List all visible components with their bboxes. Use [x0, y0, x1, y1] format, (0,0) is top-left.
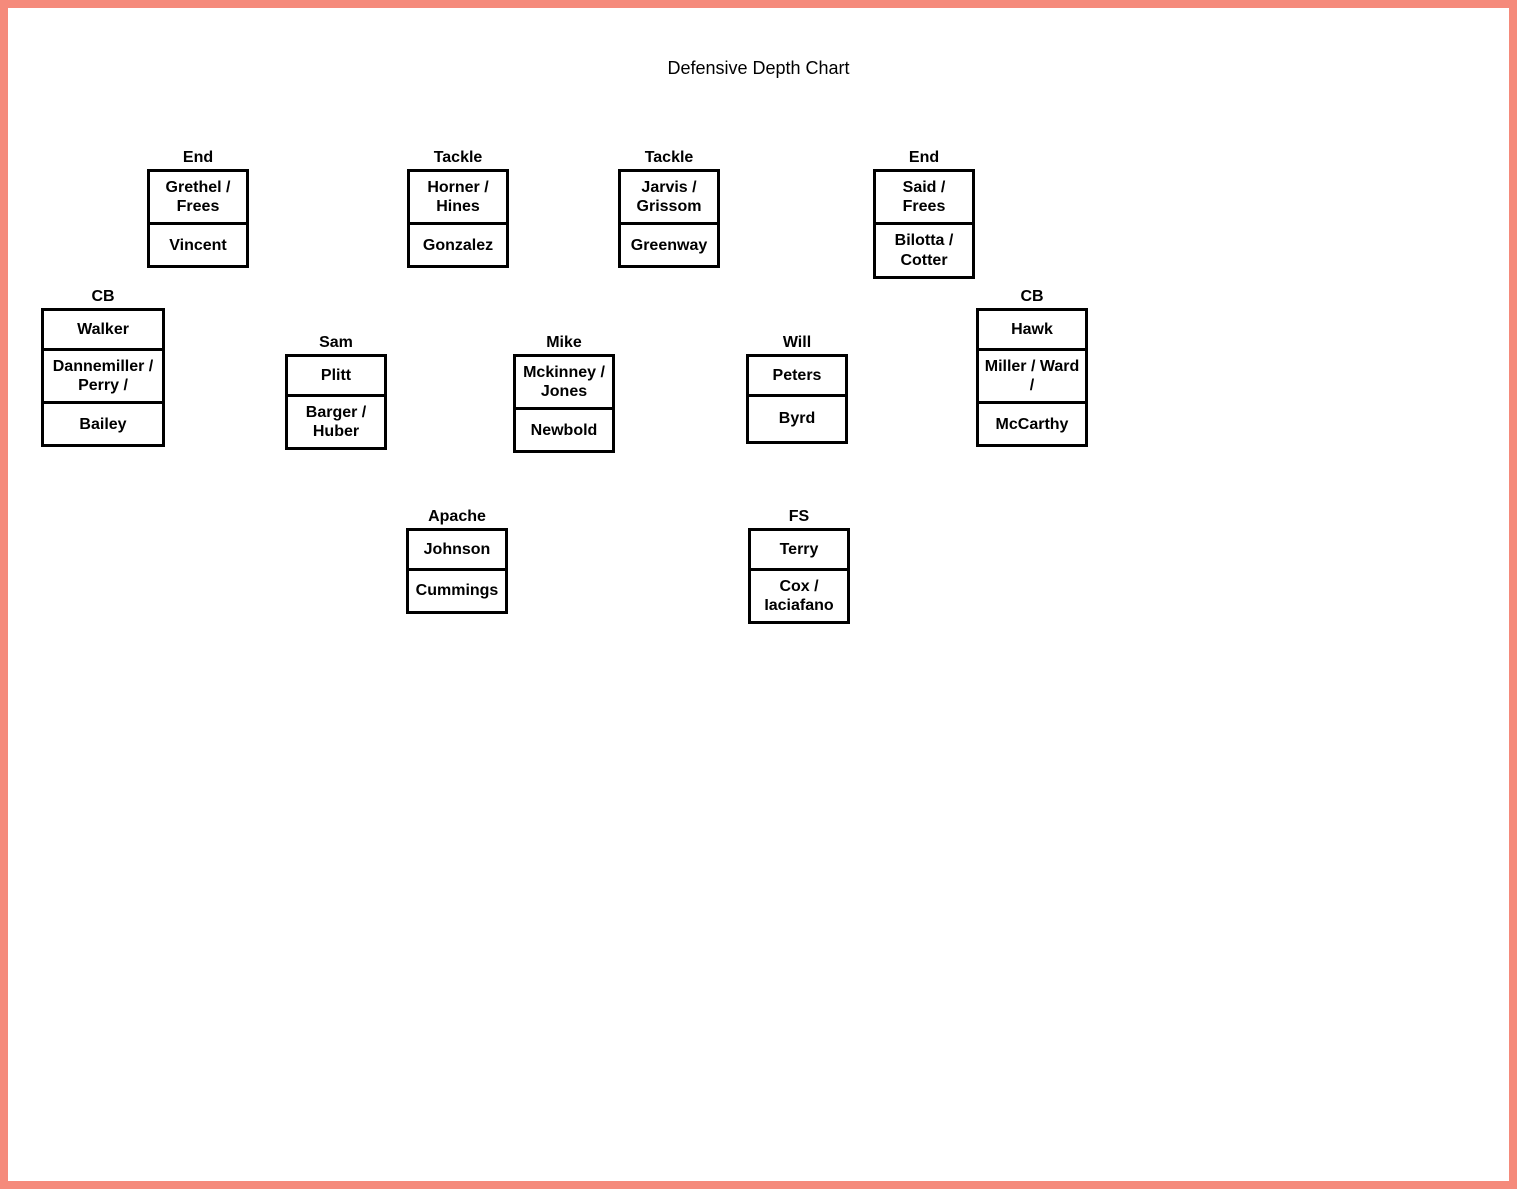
position-label: FS: [748, 508, 850, 526]
position-label: End: [873, 149, 975, 167]
depth-cell: Jarvis / Grissom: [621, 172, 717, 225]
depth-cell: Vincent: [150, 225, 246, 265]
position-tackle-left: Tackle Horner / Hines Gonzalez: [407, 149, 509, 268]
depth-cell: McCarthy: [979, 404, 1085, 444]
depth-cell: Cox / Iaciafano: [751, 571, 847, 621]
position-end-right: End Said / Frees Bilotta / Cotter: [873, 149, 975, 279]
position-tackle-right: Tackle Jarvis / Grissom Greenway: [618, 149, 720, 268]
position-box: Terry Cox / Iaciafano: [748, 528, 850, 624]
position-box: Said / Frees Bilotta / Cotter: [873, 169, 975, 279]
position-box: Grethel / Frees Vincent: [147, 169, 249, 268]
position-mike: Mike Mckinney / Jones Newbold: [513, 334, 615, 453]
depth-cell: Walker: [44, 311, 162, 351]
depth-cell: Gonzalez: [410, 225, 506, 265]
position-box: Peters Byrd: [746, 354, 848, 444]
position-label: Will: [746, 334, 848, 352]
position-label: CB: [41, 288, 165, 306]
position-fs: FS Terry Cox / Iaciafano: [748, 508, 850, 624]
depth-cell: Newbold: [516, 410, 612, 450]
position-box: Horner / Hines Gonzalez: [407, 169, 509, 268]
depth-cell: Mckinney / Jones: [516, 357, 612, 410]
depth-cell: Horner / Hines: [410, 172, 506, 225]
position-box: Johnson Cummings: [406, 528, 508, 614]
page-frame: Defensive Depth Chart End Grethel / Free…: [0, 0, 1517, 1189]
page-title: Defensive Depth Chart: [8, 58, 1509, 79]
depth-cell: Said / Frees: [876, 172, 972, 225]
depth-cell: Byrd: [749, 397, 845, 441]
position-label: Sam: [285, 334, 387, 352]
depth-cell: Hawk: [979, 311, 1085, 351]
position-label: Mike: [513, 334, 615, 352]
depth-cell: Bilotta / Cotter: [876, 225, 972, 275]
position-label: Tackle: [407, 149, 509, 167]
depth-cell: Peters: [749, 357, 845, 397]
position-box: Hawk Miller / Ward / McCarthy: [976, 308, 1088, 447]
depth-cell: Johnson: [409, 531, 505, 571]
position-cb-right: CB Hawk Miller / Ward / McCarthy: [976, 288, 1088, 447]
depth-cell: Cummings: [409, 571, 505, 611]
depth-cell: Terry: [751, 531, 847, 571]
position-sam: Sam Plitt Barger / Huber: [285, 334, 387, 450]
depth-cell: Plitt: [288, 357, 384, 397]
depth-cell: Miller / Ward /: [979, 351, 1085, 404]
position-label: Apache: [406, 508, 508, 526]
depth-cell: Greenway: [621, 225, 717, 265]
position-box: Walker Dannemiller /Perry / Bailey: [41, 308, 165, 447]
position-cb-left: CB Walker Dannemiller /Perry / Bailey: [41, 288, 165, 447]
position-box: Jarvis / Grissom Greenway: [618, 169, 720, 268]
position-label: CB: [976, 288, 1088, 306]
depth-cell: Bailey: [44, 404, 162, 444]
depth-cell: Dannemiller /Perry /: [44, 351, 162, 404]
position-box: Mckinney / Jones Newbold: [513, 354, 615, 453]
position-box: Plitt Barger / Huber: [285, 354, 387, 450]
position-apache: Apache Johnson Cummings: [406, 508, 508, 614]
depth-cell: Grethel / Frees: [150, 172, 246, 225]
position-will: Will Peters Byrd: [746, 334, 848, 444]
position-label: Tackle: [618, 149, 720, 167]
position-end-left: End Grethel / Frees Vincent: [147, 149, 249, 268]
position-label: End: [147, 149, 249, 167]
depth-cell: Barger / Huber: [288, 397, 384, 447]
